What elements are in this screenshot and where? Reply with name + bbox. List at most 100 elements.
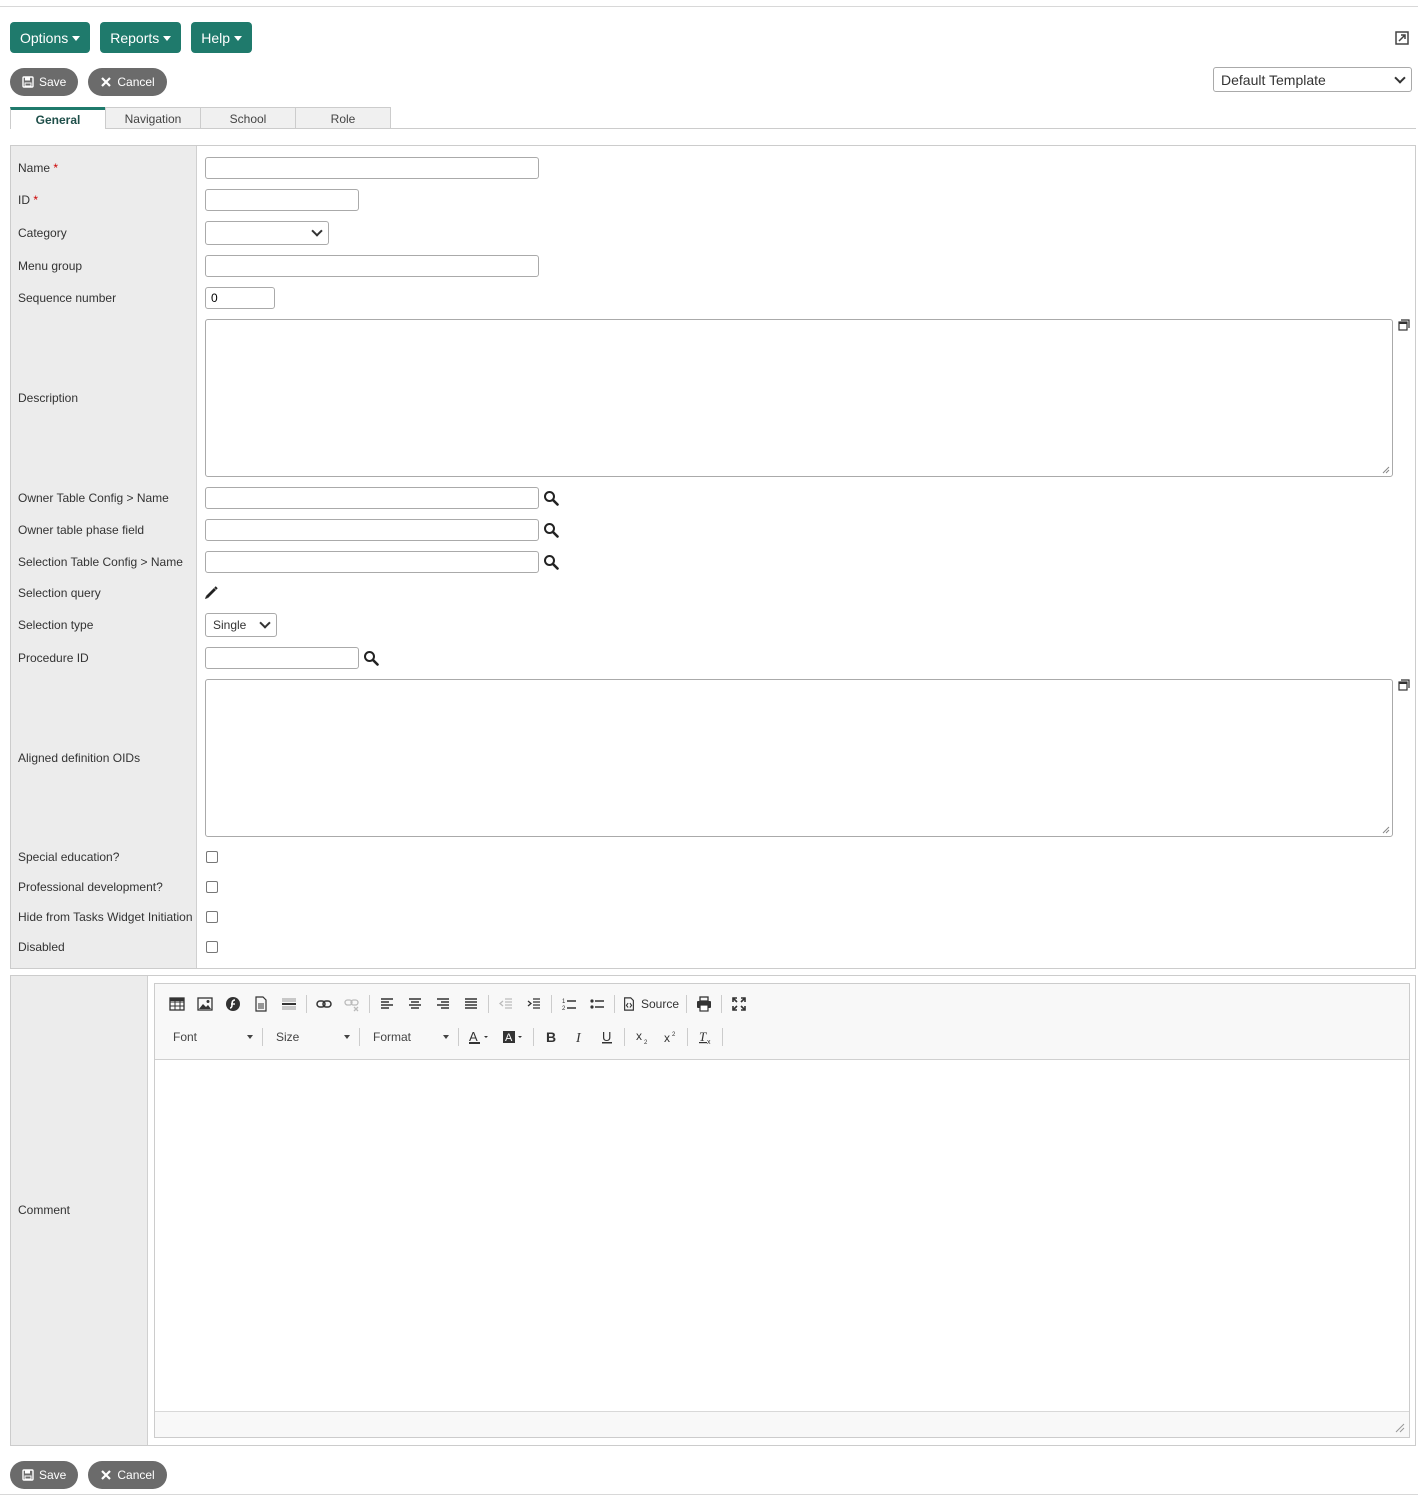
tabs-divider: [106, 128, 1416, 129]
toolbar-separator: [686, 995, 688, 1013]
selection-type-select[interactable]: Single: [205, 613, 277, 637]
format-dropdown[interactable]: Format: [363, 1025, 455, 1049]
help-menu-button[interactable]: Help: [191, 22, 253, 53]
cancel-button[interactable]: Cancel: [88, 68, 167, 96]
resize-grip-icon[interactable]: [1382, 466, 1390, 474]
selection-type-label: Selection type: [18, 618, 94, 632]
resize-grip-icon[interactable]: [1382, 826, 1390, 834]
align-justify-icon[interactable]: [457, 992, 485, 1016]
tab-general[interactable]: General: [10, 107, 106, 129]
source-icon: [624, 997, 634, 1011]
bold-icon[interactable]: B: [537, 1025, 565, 1049]
selection-type-value: Single: [213, 618, 247, 632]
size-dropdown[interactable]: Size: [266, 1025, 356, 1049]
save-button[interactable]: Save: [10, 68, 79, 96]
source-button[interactable]: Source: [618, 992, 683, 1016]
floppy-disk-icon: [22, 76, 34, 88]
horizontal-rule-icon[interactable]: [275, 992, 303, 1016]
text-color-icon[interactable]: A: [462, 1025, 496, 1049]
align-right-icon[interactable]: [429, 992, 457, 1016]
chevron-down-icon: [72, 36, 81, 41]
page-icon[interactable]: [247, 992, 275, 1016]
cancel-button[interactable]: Cancel: [88, 1461, 167, 1489]
editor-toolbar-row-1: 12 Source: [163, 991, 753, 1017]
name-input[interactable]: [205, 157, 539, 179]
template-select[interactable]: Default Template: [1213, 67, 1412, 92]
template-select-value: Default Template: [1221, 71, 1326, 88]
underline-icon[interactable]: U: [593, 1025, 621, 1049]
indent-icon[interactable]: [520, 992, 548, 1016]
link-icon[interactable]: [310, 992, 338, 1016]
bulleted-list-icon[interactable]: [583, 992, 611, 1016]
pencil-icon[interactable]: [203, 585, 219, 601]
reports-menu-button[interactable]: Reports: [100, 22, 182, 53]
tab-role[interactable]: Role: [295, 107, 391, 129]
aligned-definition-oids-label: Aligned definition OIDs: [18, 751, 141, 765]
required-marker: *: [53, 161, 59, 175]
owner-table-phase-input[interactable]: [205, 519, 539, 541]
expand-editor-icon[interactable]: [1398, 319, 1410, 331]
required-marker: *: [33, 193, 39, 207]
editor-toolbar-row-2: Font Size Format A A B I U x2 x2 Tx: [163, 1024, 726, 1050]
background-color-icon[interactable]: A: [496, 1025, 530, 1049]
expand-editor-icon[interactable]: [1398, 679, 1410, 691]
toolbar-separator: [369, 995, 370, 1013]
selection-table-config-input[interactable]: [205, 551, 539, 573]
search-icon[interactable]: [543, 490, 559, 506]
toolbar-separator: [722, 1028, 723, 1046]
align-left-icon[interactable]: [373, 992, 401, 1016]
id-label-text: ID: [18, 193, 30, 207]
hide-from-tasks-checkbox[interactable]: [206, 911, 218, 923]
italic-icon[interactable]: I: [565, 1025, 593, 1049]
special-education-checkbox[interactable]: [206, 851, 218, 863]
sequence-number-input[interactable]: [205, 287, 275, 309]
subscript-icon[interactable]: x2: [628, 1025, 656, 1049]
bottom-action-bar: Save Cancel: [10, 1461, 167, 1489]
chevron-down-icon: [1394, 71, 1406, 84]
owner-table-config-input[interactable]: [205, 487, 539, 509]
options-menu-button[interactable]: Options: [10, 22, 91, 53]
save-button[interactable]: Save: [10, 1461, 79, 1489]
svg-text:I: I: [575, 1031, 582, 1045]
menu-bar: Options Reports Help: [10, 22, 253, 53]
comment-section: Comment 12 Source Font Size Format A A B…: [10, 975, 1416, 1446]
selection-query-label: Selection query: [18, 586, 101, 600]
unlink-icon[interactable]: [338, 992, 366, 1016]
font-dropdown[interactable]: Font: [163, 1025, 259, 1049]
print-icon[interactable]: [690, 992, 718, 1016]
tab-school[interactable]: School: [200, 107, 296, 129]
image-icon[interactable]: [191, 992, 219, 1016]
search-icon[interactable]: [543, 522, 559, 538]
description-textarea[interactable]: [205, 319, 1393, 477]
svg-text:2: 2: [644, 1040, 648, 1045]
superscript-icon[interactable]: x2: [656, 1025, 684, 1049]
popout-icon[interactable]: [1395, 31, 1409, 45]
svg-text:2: 2: [672, 1032, 676, 1038]
align-center-icon[interactable]: [401, 992, 429, 1016]
comment-label: Comment: [18, 1203, 71, 1217]
search-icon[interactable]: [363, 650, 379, 666]
resize-grip-icon[interactable]: [1395, 1423, 1405, 1433]
maximize-icon[interactable]: [725, 992, 753, 1016]
professional-development-checkbox[interactable]: [206, 881, 218, 893]
tab-navigation[interactable]: Navigation: [105, 107, 201, 129]
owner-table-phase-label: Owner table phase field: [18, 523, 145, 537]
aligned-definition-oids-textarea[interactable]: [205, 679, 1393, 837]
chevron-down-icon: [344, 1035, 350, 1039]
remove-format-icon[interactable]: Tx: [691, 1025, 719, 1049]
numbered-list-icon[interactable]: 12: [555, 992, 583, 1016]
category-select[interactable]: [205, 221, 329, 245]
flash-icon[interactable]: [219, 992, 247, 1016]
toolbar-separator: [721, 995, 723, 1013]
id-input[interactable]: [205, 189, 359, 211]
toolbar-separator: [614, 995, 615, 1013]
reports-menu-label: Reports: [110, 29, 160, 46]
procedure-id-input[interactable]: [205, 647, 359, 669]
menu-group-label: Menu group: [18, 259, 83, 273]
table-icon[interactable]: [163, 992, 191, 1016]
search-icon[interactable]: [543, 554, 559, 570]
category-label: Category: [18, 226, 67, 240]
disabled-checkbox[interactable]: [206, 941, 218, 953]
outdent-icon[interactable]: [492, 992, 520, 1016]
menu-group-input[interactable]: [205, 255, 539, 277]
